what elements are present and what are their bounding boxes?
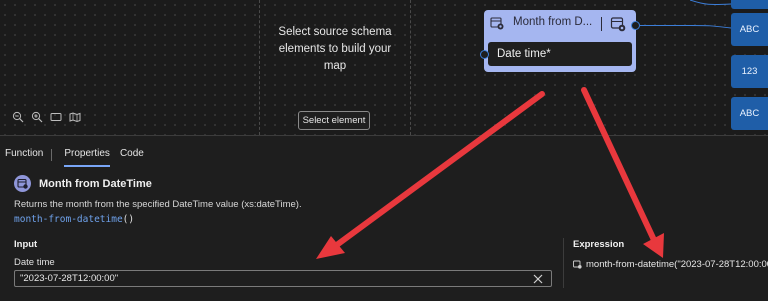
target-chip-string-2[interactable]: ABC bbox=[731, 97, 768, 130]
node-input-port[interactable] bbox=[480, 50, 489, 59]
node-header-separator bbox=[601, 17, 602, 31]
date-time-input[interactable]: "2023-07-28T12:00:00" bbox=[14, 270, 552, 287]
canvas-pane-divider bbox=[410, 0, 411, 135]
date-time-label: Date time bbox=[14, 257, 55, 268]
calendar-function-icon bbox=[490, 16, 504, 30]
expression-line: month-from-datetime("2023-07-28T12:00:00… bbox=[573, 259, 768, 270]
input-section-title: Input bbox=[14, 239, 38, 250]
calendar-function-icon bbox=[573, 260, 582, 269]
function-signature: month-from-datetime() bbox=[14, 214, 134, 225]
map-canvas[interactable]: Select source schema elements to build y… bbox=[0, 0, 768, 135]
signature-function-name[interactable]: month-from-datetime bbox=[14, 214, 123, 225]
connection-line bbox=[640, 25, 695, 26]
function-header: Month from DateTime bbox=[14, 175, 152, 192]
function-title: Month from DateTime bbox=[39, 177, 152, 190]
node-output-port[interactable] bbox=[631, 21, 640, 30]
date-time-value: "2023-07-28T12:00:00" bbox=[20, 273, 119, 284]
target-chip-number[interactable]: 123 bbox=[731, 55, 768, 88]
expression-section-title: Expression bbox=[573, 239, 625, 250]
tab-code[interactable]: Code bbox=[115, 148, 149, 164]
function-description: Returns the month from the specified Dat… bbox=[14, 199, 302, 210]
panel-vertical-divider bbox=[563, 238, 564, 288]
calendar-output-icon[interactable] bbox=[610, 16, 626, 32]
calendar-function-icon bbox=[14, 175, 31, 192]
function-node[interactable]: Month from D... Date time* bbox=[484, 10, 636, 72]
zoom-out-icon[interactable] bbox=[12, 111, 24, 123]
signature-parens: () bbox=[122, 214, 135, 225]
tab-function[interactable]: Function bbox=[0, 148, 51, 164]
zoom-in-icon[interactable] bbox=[31, 111, 43, 123]
map-icon[interactable] bbox=[69, 111, 81, 123]
panel-tabs: Function Properties Code bbox=[0, 148, 149, 167]
panel-top-border bbox=[0, 135, 768, 136]
select-element-button[interactable]: Select element bbox=[298, 111, 370, 130]
empty-source-prompt: Select source schema elements to build y… bbox=[278, 26, 392, 72]
annotation-arrowhead-left bbox=[316, 236, 345, 259]
tab-properties[interactable]: Properties bbox=[52, 148, 115, 167]
function-node-title: Month from D... bbox=[513, 16, 593, 28]
connection-curve bbox=[690, 0, 732, 29]
function-input-date-time[interactable]: Date time* bbox=[488, 42, 632, 66]
canvas-toolbar bbox=[12, 111, 81, 123]
target-chip-string[interactable]: ABC bbox=[731, 13, 768, 46]
expression-value: month-from-datetime("2023-07-28T12:00:00… bbox=[586, 259, 768, 270]
clear-icon[interactable] bbox=[532, 272, 544, 284]
annotation-arrowhead-right bbox=[643, 233, 664, 258]
fit-view-icon[interactable] bbox=[50, 111, 62, 123]
target-chip-top[interactable] bbox=[731, 0, 768, 9]
source-pane-divider bbox=[259, 0, 260, 135]
